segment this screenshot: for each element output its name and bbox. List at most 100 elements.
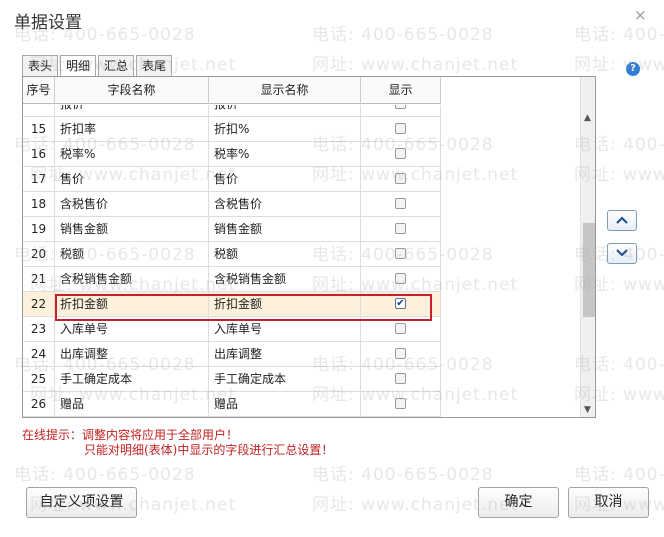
grid-rows: 报价 报价 15折扣率折扣%16税率%税率%17售价售价18含税售价含税售价19… [23, 105, 441, 417]
field-name-cell: 税率% [55, 142, 209, 167]
display-name-cell[interactable]: 销售金额 [209, 217, 361, 242]
show-cell [361, 242, 441, 267]
tab-summary[interactable]: 汇总 [98, 55, 135, 76]
field-grid: 序号 字段名称 显示名称 显示 报价 报价 15折扣率折扣%16税率%税率%17… [22, 76, 596, 418]
scrollbar-thumb[interactable] [583, 223, 595, 317]
row-number: 25 [23, 367, 55, 392]
row-number: 23 [23, 317, 55, 342]
show-checkbox[interactable] [395, 223, 406, 234]
move-down-button[interactable] [607, 243, 637, 264]
display-name-cell[interactable]: 折扣% [209, 117, 361, 142]
table-row[interactable]: 18 含税售价 含税售价 [23, 192, 441, 217]
display-name-cell[interactable]: 赠品 [209, 392, 361, 417]
display-name-cell[interactable]: 出库调整 [209, 342, 361, 367]
tab-footer[interactable]: 表尾 [136, 55, 173, 76]
scroll-down-icon[interactable]: ▼ [584, 405, 591, 415]
watermark-phone: 电话: 400-665-0028 [14, 465, 196, 485]
field-name-cell: 出库调整 [55, 342, 209, 367]
show-checkbox[interactable] [395, 323, 406, 334]
show-checkbox[interactable] [395, 198, 406, 209]
column-header-show[interactable]: 显示 [361, 77, 441, 104]
show-checkbox[interactable] [395, 173, 406, 184]
show-cell [361, 192, 441, 217]
cancel-button[interactable]: 取消 [568, 487, 649, 518]
column-header-no[interactable]: 序号 [23, 77, 55, 104]
table-row[interactable]: 26 赠品 赠品 [23, 392, 441, 417]
display-name-cell[interactable]: 售价 [209, 167, 361, 192]
field-name-cell: 赠品 [55, 392, 209, 417]
table-row[interactable]: 19 销售金额 销售金额 [23, 217, 441, 242]
display-name-cell[interactable]: 手工确定成本 [209, 367, 361, 392]
hint-line-1: 在线提示：调整内容将应用于全部用户！ [22, 428, 239, 442]
field-name-cell: 含税销售金额 [55, 267, 209, 292]
grid-header: 序号 字段名称 显示名称 显示 [23, 77, 441, 104]
arrow-down-icon [616, 249, 628, 257]
row-number: 18 [23, 192, 55, 217]
show-cell [361, 217, 441, 242]
display-name-cell[interactable]: 报价 [209, 105, 361, 117]
show-checkbox[interactable] [395, 148, 406, 159]
field-name-cell: 税额 [55, 242, 209, 267]
table-row[interactable]: 21 含税销售金额 含税销售金额 [23, 267, 441, 292]
table-row[interactable]: 25 手工确定成本 手工确定成本 [23, 367, 441, 392]
watermark-site: 网址: www.chanjet.net [574, 55, 664, 75]
show-cell [361, 167, 441, 192]
row-number [23, 105, 55, 117]
close-icon[interactable]: × [634, 6, 647, 24]
row-number: 19 [23, 217, 55, 242]
show-cell [361, 367, 441, 392]
table-row[interactable]: 16 税率% 税率% [23, 142, 441, 167]
row-number: 22 [23, 292, 55, 317]
show-cell [361, 392, 441, 417]
row-number: 21 [23, 267, 55, 292]
table-row[interactable]: 24 出库调整 出库调整 [23, 342, 441, 367]
row-number: 15 [23, 117, 55, 142]
show-checkbox[interactable] [395, 398, 406, 409]
show-checkbox[interactable] [395, 273, 406, 284]
show-checkbox[interactable] [395, 105, 406, 109]
show-checkbox[interactable] [395, 248, 406, 259]
watermark-phone: 电话: 400-665-0028 [312, 465, 494, 485]
table-row[interactable]: 20 税额 税额 [23, 242, 441, 267]
ok-button[interactable]: 确定 [478, 487, 559, 518]
highlight-box [55, 294, 432, 321]
watermark-phone: 电话: 400-665-0028 [574, 25, 664, 45]
tab-detail[interactable]: 明细 [60, 55, 97, 77]
table-row[interactable]: 17 售价 售价 [23, 167, 441, 192]
row-number: 26 [23, 392, 55, 417]
display-name-cell[interactable]: 税率% [209, 142, 361, 167]
field-name-cell: 折扣率 [55, 117, 209, 142]
row-number: 20 [23, 242, 55, 267]
hint-line-2: 只能对明细(表体)中显示的字段进行汇总设置！ [84, 443, 334, 457]
show-checkbox[interactable] [395, 123, 406, 134]
show-cell [361, 105, 441, 117]
custom-items-button[interactable]: 自定义项设置 [26, 487, 137, 518]
row-number: 17 [23, 167, 55, 192]
vertical-scrollbar[interactable]: ▲ ▼ [580, 77, 595, 417]
scroll-up-icon[interactable]: ▲ [584, 113, 591, 123]
display-name-cell[interactable]: 含税销售金额 [209, 267, 361, 292]
online-hint: 在线提示：调整内容将应用于全部用户！ 只能对明细(表体)中显示的字段进行汇总设置… [22, 428, 333, 458]
row-number: 16 [23, 142, 55, 167]
display-name-cell[interactable]: 税额 [209, 242, 361, 267]
show-checkbox[interactable] [395, 373, 406, 384]
column-header-display-name[interactable]: 显示名称 [209, 77, 361, 104]
table-row[interactable]: 15 折扣率 折扣% [23, 117, 441, 142]
watermark-phone: 电话: 400-665-0028 [312, 25, 494, 45]
help-icon[interactable]: ? [626, 62, 640, 76]
move-up-button[interactable] [607, 210, 637, 231]
field-name-cell: 含税售价 [55, 192, 209, 217]
display-name-cell[interactable]: 含税售价 [209, 192, 361, 217]
row-number: 24 [23, 342, 55, 367]
show-cell [361, 117, 441, 142]
show-checkbox[interactable] [395, 348, 406, 359]
field-name-cell: 手工确定成本 [55, 367, 209, 392]
table-row-partial[interactable]: 报价 报价 [23, 105, 441, 117]
dialog-title: 单据设置 [14, 13, 82, 33]
field-name-cell: 售价 [55, 167, 209, 192]
show-cell [361, 142, 441, 167]
field-name-cell: 报价 [55, 105, 209, 117]
tab-header[interactable]: 表头 [22, 55, 59, 76]
column-header-field-name[interactable]: 字段名称 [55, 77, 209, 104]
show-cell [361, 267, 441, 292]
